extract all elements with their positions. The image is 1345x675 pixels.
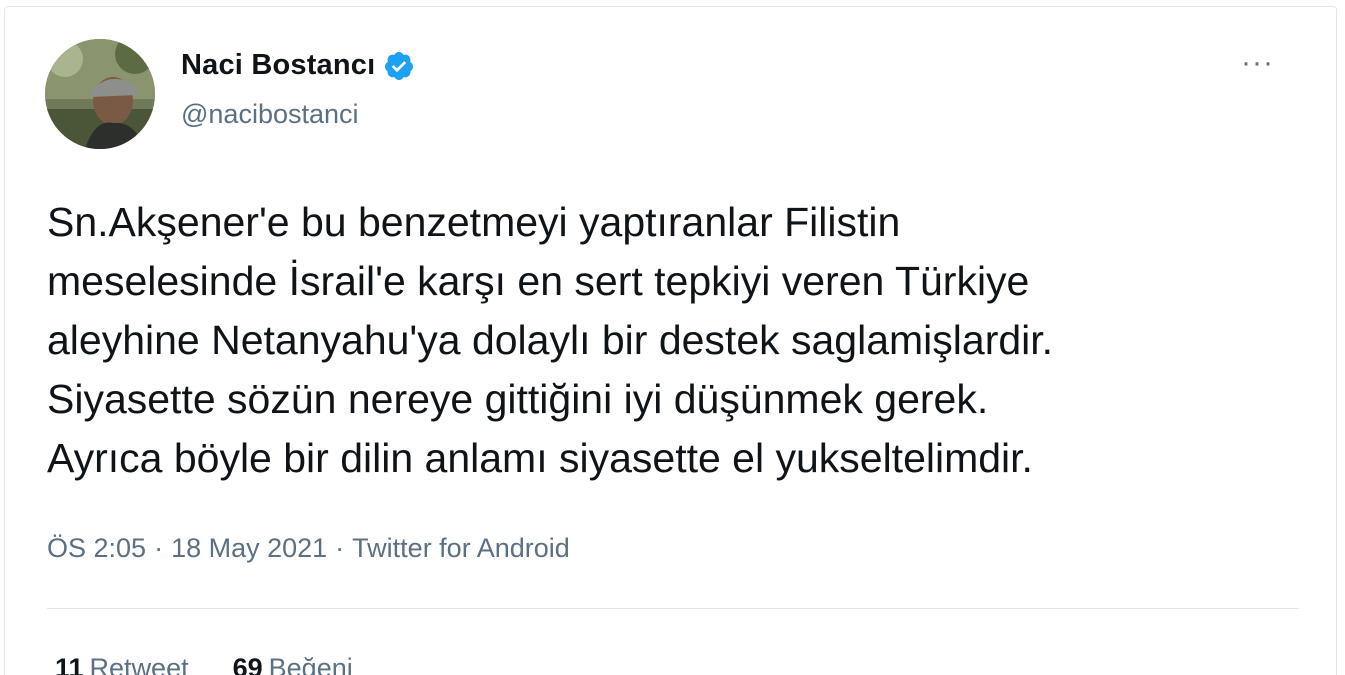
likes-count: 69 [232, 653, 263, 675]
user-avatar-icon [45, 39, 155, 149]
tweet-source-link[interactable]: Twitter for Android [352, 533, 570, 564]
author-handle[interactable]: @nacibostanci [181, 99, 359, 130]
meta-separator: · [154, 533, 164, 563]
tweet-card: Naci Bostancı @nacibostanci ··· Sn.Akşen… [4, 6, 1337, 675]
meta-separator: · [335, 533, 345, 563]
likes-label: Beğeni [268, 653, 353, 675]
likes-stat[interactable]: 69 Beğeni [233, 653, 353, 675]
tweet-text: Sn.Akşener'e bu benzetmeyi yaptıranlar F… [47, 199, 1054, 481]
verified-badge-icon [383, 50, 415, 82]
retweets-stat[interactable]: 11 Retweet [55, 653, 189, 675]
tweet-time[interactable]: ÖS 2:05 [47, 533, 146, 564]
more-options-icon[interactable]: ··· [1241, 48, 1274, 78]
author-name-row: Naci Bostancı [181, 49, 415, 82]
tweet-stats: 11 Retweet 69 Beğeni [55, 653, 353, 675]
retweets-count: 11 [55, 653, 84, 675]
author-display-name[interactable]: Naci Bostancı [181, 49, 375, 82]
avatar[interactable] [45, 39, 155, 149]
tweet-date[interactable]: 18 May 2021 [171, 533, 327, 564]
divider [47, 608, 1299, 609]
tweet-meta: ÖS 2:05 · 18 May 2021 · Twitter for Andr… [47, 533, 570, 564]
retweets-label: Retweet [89, 653, 189, 675]
